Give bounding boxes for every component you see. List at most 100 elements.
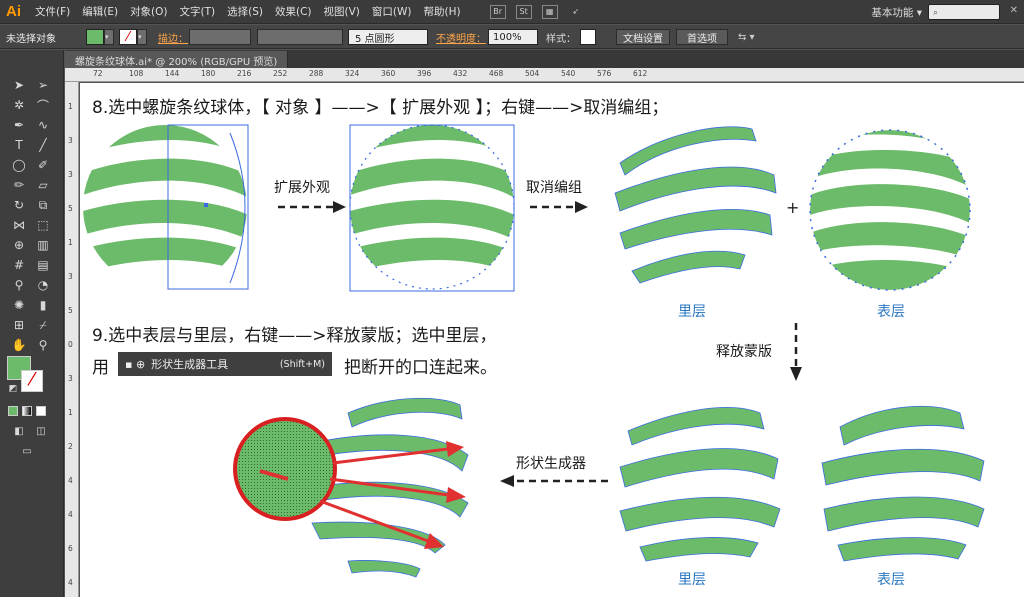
expand-appearance-label: 扩展外观 bbox=[274, 180, 330, 196]
stroke-none-swatch[interactable]: ⁄ bbox=[119, 29, 137, 45]
outer-layer-label-top: 表层 bbox=[877, 304, 905, 320]
scale-tool-icon[interactable]: ⧉ bbox=[32, 196, 54, 214]
ruler-label: 252 bbox=[273, 69, 288, 78]
zoom-tool-icon[interactable]: ⚲ bbox=[32, 336, 54, 354]
menu-file[interactable]: 文件(F) bbox=[29, 4, 76, 19]
ruler-label: 432 bbox=[453, 69, 468, 78]
menu-view[interactable]: 视图(V) bbox=[318, 4, 366, 19]
curvature-tool-icon[interactable]: ∿ bbox=[32, 116, 54, 134]
ruler-label: 4 bbox=[68, 578, 73, 587]
ruler-label: 504 bbox=[525, 69, 540, 78]
stroke-color-icon[interactable]: ⁄ bbox=[21, 370, 43, 392]
step-9-use: 用 bbox=[92, 358, 109, 378]
ellipse-tool-icon[interactable]: ◯ bbox=[8, 156, 30, 174]
ruler-label: 4 bbox=[68, 510, 73, 519]
blend-tool-icon[interactable]: ◔ bbox=[32, 276, 54, 294]
fill-dropdown-icon[interactable]: ▾ bbox=[104, 29, 114, 45]
arrange-icon[interactable]: ⇆ ▾ bbox=[738, 29, 755, 45]
slice-tool-icon[interactable]: ⌿ bbox=[32, 316, 54, 334]
magnifier-grid bbox=[235, 419, 335, 519]
ruler-label: 288 bbox=[309, 69, 324, 78]
gradient-tool-icon[interactable]: ▤ bbox=[32, 256, 54, 274]
lasso-tool-icon[interactable]: ⌒ bbox=[32, 96, 54, 114]
close-icon[interactable]: ✕ bbox=[1010, 5, 1018, 16]
stroke-label[interactable]: 描边： bbox=[158, 29, 188, 45]
step-9-rest: 把断开的口连起来。 bbox=[344, 358, 497, 378]
variable-width-profile[interactable] bbox=[257, 29, 343, 45]
gpu-rocket-icon[interactable]: ➶ bbox=[568, 5, 584, 19]
fill-swatch[interactable] bbox=[86, 29, 104, 45]
style-swatch[interactable] bbox=[580, 29, 596, 45]
search-icon: ⌕ bbox=[933, 8, 939, 18]
magic-wand-icon[interactable]: ✲ bbox=[8, 96, 30, 114]
bridge-icon[interactable]: Br bbox=[489, 4, 506, 19]
direct-selection-tool-icon[interactable]: ➢ bbox=[32, 76, 54, 94]
screen-mode-icon[interactable]: ▭ bbox=[16, 442, 38, 460]
workspace-switcher[interactable]: 基本功能 ▾ bbox=[871, 5, 922, 20]
gradient-mode-icon[interactable] bbox=[22, 406, 32, 416]
eyedropper-icon[interactable]: ⚲ bbox=[8, 276, 30, 294]
menu-object[interactable]: 对象(O) bbox=[124, 4, 173, 19]
color-mode-icon[interactable] bbox=[8, 406, 18, 416]
preferences-button[interactable]: 首选项 bbox=[676, 29, 728, 45]
document-tab[interactable]: 螺旋条纹球体.ai* @ 200% (RGB/GPU 预览) bbox=[65, 51, 289, 68]
ruler-label: 360 bbox=[381, 69, 396, 78]
artboard-canvas[interactable]: + 8.选中螺旋条纹球体，【 对象 】——>【 扩展外观 】；右键——>取消编组… bbox=[80, 83, 1024, 597]
stroke-weight-field[interactable] bbox=[189, 29, 251, 45]
draw-mode-icon[interactable]: ◧ bbox=[8, 422, 30, 440]
ruler-label: 108 bbox=[129, 69, 144, 78]
menu-type[interactable]: 文字(T) bbox=[174, 4, 222, 19]
opacity-label[interactable]: 不透明度： bbox=[436, 29, 486, 45]
menu-window[interactable]: 窗口(W) bbox=[366, 4, 418, 19]
mesh-tool-icon[interactable]: # bbox=[8, 256, 30, 274]
free-transform-icon[interactable]: ⬚ bbox=[32, 216, 54, 234]
opacity-field[interactable]: 100% bbox=[488, 29, 538, 45]
ruler-label: 3 bbox=[68, 374, 73, 383]
ruler-label: 324 bbox=[345, 69, 360, 78]
control-bar: 未选择对象 ▾ ⁄ ▾ 描边： 5 点圆形 不透明度： 100% 样式： 文档设… bbox=[0, 25, 1024, 49]
default-colors-icon[interactable]: ◩ bbox=[2, 380, 24, 398]
line-tool-icon[interactable]: ╱ bbox=[32, 136, 54, 154]
ruler-label: 6 bbox=[68, 544, 73, 553]
stroke-dropdown-icon[interactable]: ▾ bbox=[137, 29, 147, 45]
type-tool-icon[interactable]: T bbox=[8, 136, 30, 154]
shape-builder-icon: ▪ ⊕ bbox=[125, 357, 146, 371]
artboard-tool-icon[interactable]: ⊞ bbox=[8, 316, 30, 334]
document-tab-bar: 螺旋条纹球体.ai* @ 200% (RGB/GPU 预览) bbox=[65, 50, 1024, 68]
draw-inside-icon[interactable]: ◫ bbox=[30, 422, 52, 440]
menu-effect[interactable]: 效果(C) bbox=[269, 4, 318, 19]
ruler-label: 4 bbox=[68, 476, 73, 485]
menu-help[interactable]: 帮助(H) bbox=[418, 4, 467, 19]
striped-sphere-original bbox=[83, 125, 247, 277]
ruler-label: 396 bbox=[417, 69, 432, 78]
pencil-tool-icon[interactable]: ✏ bbox=[8, 176, 30, 194]
stock-icon[interactable]: St bbox=[515, 4, 532, 19]
none-mode-icon[interactable] bbox=[36, 406, 46, 416]
document-setup-button[interactable]: 文档设置 bbox=[616, 29, 670, 45]
hand-tool-icon[interactable]: ✋ bbox=[8, 336, 30, 354]
shape-builder-label: 形状生成器 bbox=[516, 456, 586, 472]
arrange-documents-icon[interactable]: ▦ bbox=[541, 4, 558, 19]
ruler-label: 612 bbox=[633, 69, 648, 78]
style-label: 样式： bbox=[546, 33, 576, 45]
tool-name: 形状生成器工具 bbox=[151, 358, 229, 371]
symbol-sprayer-icon[interactable]: ✺ bbox=[8, 296, 30, 314]
selection-tool-icon[interactable]: ➤ bbox=[8, 76, 30, 94]
pen-tool-icon[interactable]: ✒ bbox=[8, 116, 30, 134]
paintbrush-tool-icon[interactable]: ✐ bbox=[32, 156, 54, 174]
column-graph-icon[interactable]: ▮ bbox=[32, 296, 54, 314]
ruler-label: 72 bbox=[93, 69, 103, 78]
perspective-grid-icon[interactable]: ▥ bbox=[32, 236, 54, 254]
outer-layer-shape-top bbox=[810, 130, 970, 290]
tools-panel: ➤ ➢ ✲ ⌒ ✒ ∿ T ╱ ◯ ✐ ✏ ▱ ↻ ⧉ ⋈ ⬚ ⊕ ▥ # ▤ … bbox=[0, 50, 64, 597]
eraser-tool-icon[interactable]: ▱ bbox=[32, 176, 54, 194]
search-input[interactable]: ⌕ bbox=[928, 4, 1000, 20]
shape-builder-icon[interactable]: ⊕ bbox=[8, 236, 30, 254]
menu-select[interactable]: 选择(S) bbox=[221, 4, 269, 19]
inner-layer-label-bottom: 里层 bbox=[678, 572, 706, 588]
rotate-tool-icon[interactable]: ↻ bbox=[8, 196, 30, 214]
brush-select[interactable]: 5 点圆形 bbox=[348, 29, 428, 45]
menu-edit[interactable]: 编辑(E) bbox=[76, 4, 124, 19]
inner-layer-label-top: 里层 bbox=[678, 304, 706, 320]
width-tool-icon[interactable]: ⋈ bbox=[8, 216, 30, 234]
